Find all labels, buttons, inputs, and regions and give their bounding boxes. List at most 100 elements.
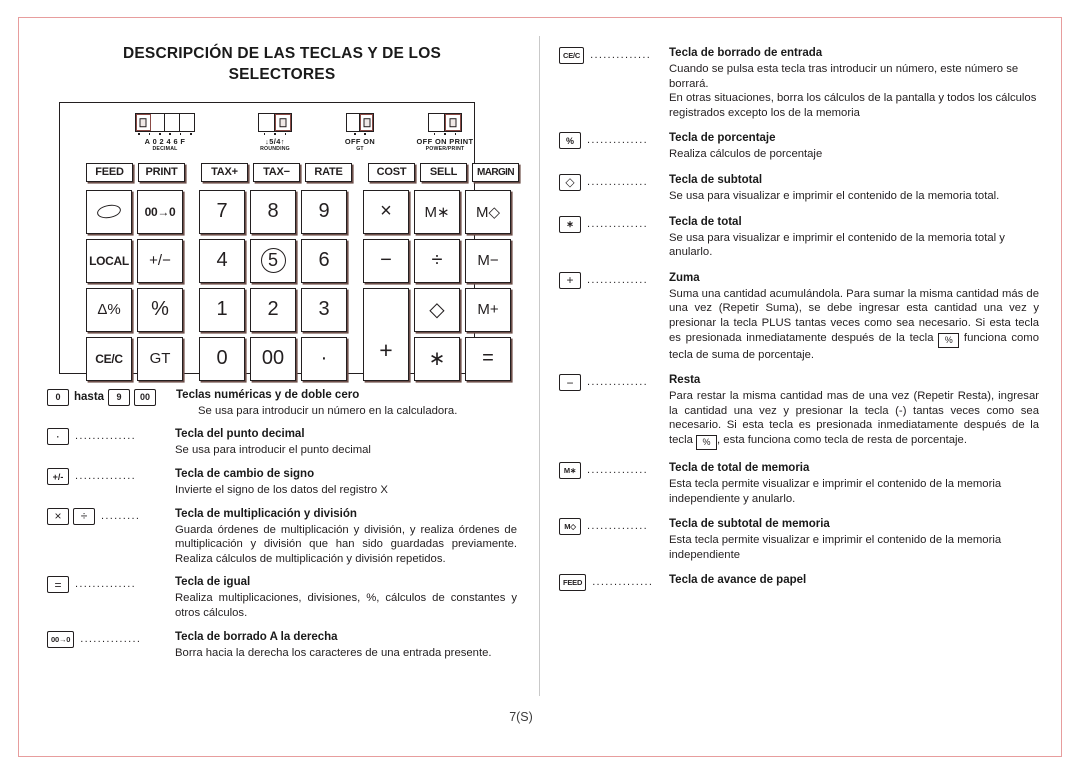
key-icon-subtotal[interactable]: ◇	[559, 173, 581, 191]
description-body: Tecla de borrado de entrada Cuando se pu…	[669, 46, 1039, 120]
key-subtotal[interactable]: ◇	[414, 287, 460, 332]
description-text-after: , esta funciona como tecla de resta de p…	[717, 433, 967, 446]
key-print[interactable]: PRINT	[138, 162, 185, 182]
key-percent[interactable]: %	[137, 287, 183, 332]
key-cost[interactable]: COST	[368, 162, 415, 182]
description-body: Tecla de avance de papel	[669, 573, 1039, 589]
key-icon-total[interactable]: ∗	[559, 215, 581, 233]
key-icon-feed[interactable]: FEED	[559, 574, 587, 592]
inline-key-percent[interactable]: %	[938, 332, 960, 348]
decimal-switch-body	[135, 112, 195, 132]
description-feed: FEED .............. Tecla de avance de p…	[559, 573, 1039, 592]
key-sign-change[interactable]: +/−	[137, 238, 183, 283]
key-local[interactable]: LOCAL	[86, 238, 132, 283]
key-multiply[interactable]: ×	[363, 189, 409, 234]
gt-switch-cell	[347, 113, 360, 131]
key-subtract[interactable]: −	[363, 238, 409, 283]
key-icon-right-shift[interactable]: 00→0	[47, 630, 75, 648]
description-body: Zuma Suma una cantidad acumulándola. Par…	[669, 271, 1039, 362]
key-7[interactable]: 7	[199, 189, 245, 234]
key-icon-memory-subtotal[interactable]: M◇	[559, 518, 581, 536]
key-icon-divide[interactable]: ÷	[73, 507, 95, 525]
description-body: Tecla de igual Realiza multiplicaciones,…	[175, 575, 517, 620]
description-body: Tecla del punto decimal Se usa para intr…	[175, 427, 517, 458]
dot-leader: ..............	[590, 49, 652, 61]
key-display-clear[interactable]	[86, 189, 132, 234]
key-delta-percent[interactable]: Δ%	[86, 287, 132, 332]
key-0[interactable]: 0	[199, 336, 245, 381]
key-2[interactable]: 2	[250, 287, 296, 332]
key-icon-00[interactable]: 00	[134, 388, 157, 406]
key-icon-decimal-point[interactable]: ·	[47, 428, 69, 446]
dot-leader: .........	[101, 509, 141, 522]
selector-power-print[interactable]: OFF ON PRINT POWER/PRINT	[390, 112, 500, 154]
decimal-switch-cell	[180, 114, 195, 131]
key-feed[interactable]: FEED	[86, 162, 133, 182]
description-body: Tecla de total Se usa para visualizar e …	[669, 215, 1039, 260]
key-total[interactable]: ∗	[414, 336, 460, 381]
key-4[interactable]: 4	[199, 238, 245, 283]
key-tax-plus[interactable]: TAX+	[201, 162, 248, 182]
selector-rounding[interactable]: ↓5/4↑ ROUNDING	[225, 112, 325, 154]
key-icon-percent[interactable]: %	[559, 132, 581, 150]
key-9[interactable]: 9	[301, 189, 347, 234]
key-icon-memory-total[interactable]: M∗	[559, 461, 581, 479]
description-title: Tecla de borrado A la derecha	[175, 630, 338, 643]
description-text: Para restar la misma cantidad mas de una…	[669, 389, 1039, 450]
description-key-icons: ∗ ..............	[559, 215, 669, 233]
inline-key-percent[interactable]: %	[696, 434, 718, 450]
key-grand-total[interactable]: GT	[137, 336, 183, 381]
right-column: CE/C .............. Tecla de borrado de …	[559, 46, 1039, 602]
description-text: Borra hacia la derecha los caracteres de…	[175, 646, 492, 659]
key-icon-clear-entry[interactable]: CE/C	[559, 47, 585, 64]
gt-switch-body	[346, 112, 374, 132]
description-title: Teclas numéricas y de doble cero	[176, 388, 360, 401]
key-icon-multiply[interactable]: ×	[47, 507, 69, 525]
description-text: Cuando se pulsa esta tecla tras introduc…	[669, 63, 1037, 119]
key-5[interactable]: 5	[250, 238, 296, 283]
key-3[interactable]: 3	[301, 287, 347, 332]
key-memory-minus[interactable]: M−	[465, 238, 511, 283]
key-sell[interactable]: SELL	[420, 162, 467, 182]
decimal-switch-cell	[165, 113, 180, 131]
gt-switch-knob	[360, 113, 373, 131]
key-memory-subtotal[interactable]: M◇	[465, 189, 511, 234]
key-clear-entry[interactable]: CE/C	[86, 336, 132, 381]
description-body: Tecla de subtotal Se usa para visualizar…	[669, 173, 1039, 204]
key-memory-total[interactable]: M∗	[414, 189, 460, 234]
description-key-icons: +/- ..............	[47, 467, 175, 486]
key-icon-sign-change[interactable]: +/-	[47, 468, 69, 486]
description-equals: = .............. Tecla de igual Realiza …	[47, 575, 517, 620]
description-key-icons: × ÷ .........	[47, 507, 175, 525]
key-tax-minus[interactable]: TAX−	[253, 162, 300, 182]
description-right-shift: 00→0 .............. Tecla de borrado A l…	[47, 630, 517, 661]
key-rate[interactable]: RATE	[305, 162, 352, 182]
selector-switch-group: A 0 2 4 6 F DECIMAL ↓5/4↑ ROUNDING OFF O…	[60, 112, 474, 169]
key-icon-9[interactable]: 9	[108, 388, 131, 406]
key-8[interactable]: 8	[250, 189, 296, 234]
description-text: Guarda órdenes de multiplicación y divis…	[175, 523, 517, 565]
key-memory-plus[interactable]: M+	[465, 287, 511, 332]
key-equals[interactable]: =	[465, 336, 511, 381]
key-icon-add[interactable]: +	[559, 271, 581, 289]
key-icon-subtract[interactable]: −	[559, 374, 581, 392]
key-icon-equals[interactable]: =	[47, 576, 69, 594]
key-1[interactable]: 1	[199, 287, 245, 332]
keypad-row-4: CE/C GT 0 00 · ∗ =	[86, 336, 516, 381]
left-column: DESCRIPCIÓN DE LAS TECLAS Y DE LOS SELEC…	[47, 34, 519, 669]
description-key-icons: + ..............	[559, 271, 669, 289]
description-title: Tecla de porcentaje	[669, 132, 776, 145]
description-body: Teclas numéricas y de doble cero Se usa …	[176, 388, 517, 419]
key-divide[interactable]: ÷	[414, 238, 460, 283]
key-double-zero[interactable]: 00	[250, 336, 296, 381]
key-icon-0[interactable]: 0	[47, 388, 69, 406]
key-margin[interactable]: MARGIN	[472, 162, 519, 182]
key-decimal-point[interactable]: ·	[301, 336, 347, 381]
description-title: Resta	[669, 374, 701, 387]
description-key-icons: M∗ ..............	[559, 461, 669, 479]
key-right-shift[interactable]: 00→0	[137, 189, 183, 234]
selector-decimal[interactable]: A 0 2 4 6 F DECIMAL	[115, 112, 215, 154]
power-print-switch-sublabel: POWER/PRINT	[425, 146, 465, 153]
description-text: Se usa para visualizar e imprimir el con…	[669, 189, 1000, 202]
key-6[interactable]: 6	[301, 238, 347, 283]
